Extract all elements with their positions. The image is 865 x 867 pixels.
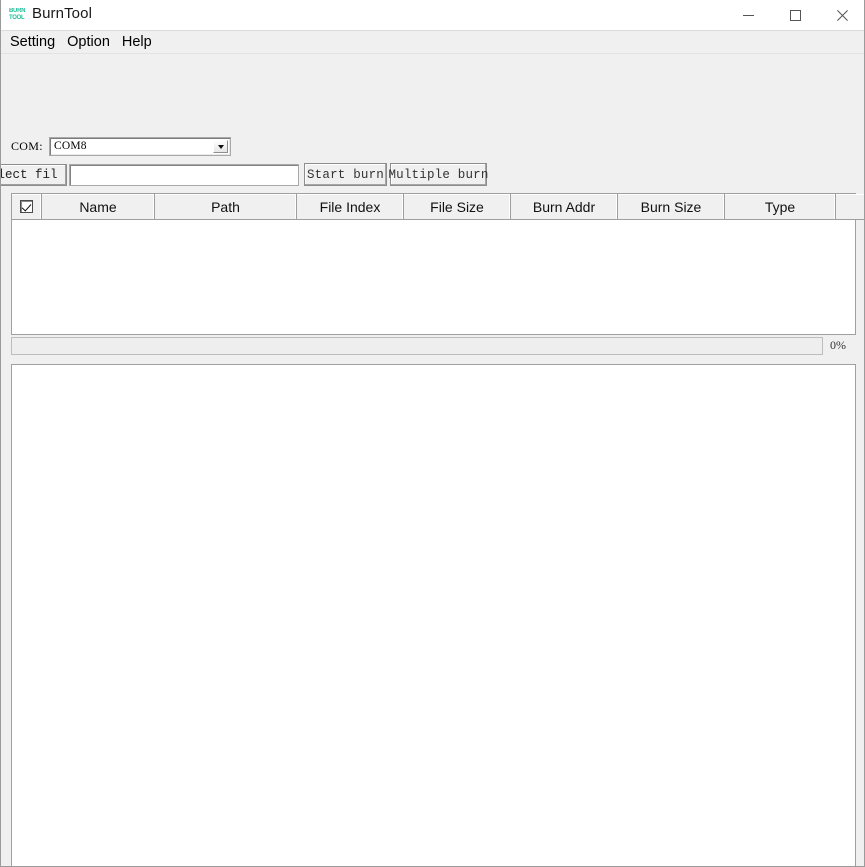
- column-header-label: Type: [764, 198, 796, 215]
- column-header-name[interactable]: Name: [42, 194, 155, 220]
- app-icon-line-1: BURN: [9, 8, 26, 14]
- column-header-burn_size[interactable]: Burn Size: [618, 194, 725, 220]
- file-table-body[interactable]: [12, 220, 855, 334]
- column-header-type[interactable]: Type: [725, 194, 836, 220]
- minimize-icon: [743, 15, 754, 16]
- menu-item-help[interactable]: Help: [116, 32, 158, 53]
- column-header-path[interactable]: Path: [155, 194, 297, 220]
- column-header-label: Burn Addr: [532, 198, 596, 215]
- column-header-file_size[interactable]: File Size: [404, 194, 511, 220]
- com-port-select[interactable]: COM8: [49, 137, 231, 156]
- select-all-checkbox[interactable]: [20, 200, 33, 213]
- start-burn-label: Start burn: [306, 167, 384, 182]
- column-header-label: Path: [211, 198, 240, 215]
- file-path-input[interactable]: [70, 165, 298, 185]
- app-icon-line-2: TOOL: [9, 15, 25, 21]
- menu-item-setting[interactable]: Setting: [4, 32, 61, 53]
- select-file-label: Select fil: [1, 168, 58, 182]
- log-text: [12, 365, 855, 371]
- select-file-button[interactable]: Select fil: [1, 164, 67, 186]
- log-output[interactable]: [11, 364, 856, 866]
- window-controls: [725, 0, 864, 31]
- column-header-check[interactable]: [12, 194, 42, 220]
- column-header-burn_addr[interactable]: Burn Addr: [511, 194, 618, 220]
- burn-progress-percent: 0%: [830, 338, 846, 352]
- multiple-burn-button[interactable]: Multiple burn: [388, 163, 489, 186]
- maximize-icon: [790, 10, 801, 21]
- title-bar: BURN TOOL BurnTool: [1, 0, 864, 31]
- column-header-label: Burn Size: [640, 198, 702, 215]
- multiple-burn-label: Multiple burn: [388, 167, 489, 182]
- burntool-window: BURN TOOL BurnTool Setting Option Help C…: [0, 0, 865, 867]
- start-burn-button[interactable]: Start burn: [304, 163, 387, 186]
- minimize-button[interactable]: [725, 0, 772, 31]
- chevron-down-icon: [217, 144, 224, 149]
- file-path-field[interactable]: [69, 164, 299, 186]
- close-icon: [837, 10, 848, 21]
- maximize-button[interactable]: [772, 0, 819, 31]
- burn-progress-bar: [11, 337, 823, 355]
- column-header-label: File Index: [319, 198, 381, 215]
- com-label: COM:: [11, 139, 43, 153]
- app-icon: BURN TOOL: [9, 8, 26, 25]
- column-header-label: Name: [79, 198, 117, 215]
- menu-item-option[interactable]: Option: [61, 32, 116, 53]
- client-area: COM: COM8 Select fil Start burn Multiple…: [1, 55, 864, 866]
- file-table: Name Path File Index File Size Burn Addr Burn…: [11, 193, 864, 335]
- column-header-file_index[interactable]: File Index: [297, 194, 404, 220]
- com-port-dropdown-button[interactable]: [213, 140, 228, 153]
- window-title: BurnTool: [32, 5, 93, 22]
- file-table-header: Name Path File Index File Size Burn Addr Burn…: [12, 194, 864, 220]
- menu-bar: Setting Option Help: [1, 31, 864, 54]
- com-port-value: COM8: [54, 140, 87, 152]
- column-header-label: File Size: [430, 198, 484, 215]
- column-header-extra1[interactable]: [836, 194, 864, 220]
- close-button[interactable]: [819, 0, 864, 31]
